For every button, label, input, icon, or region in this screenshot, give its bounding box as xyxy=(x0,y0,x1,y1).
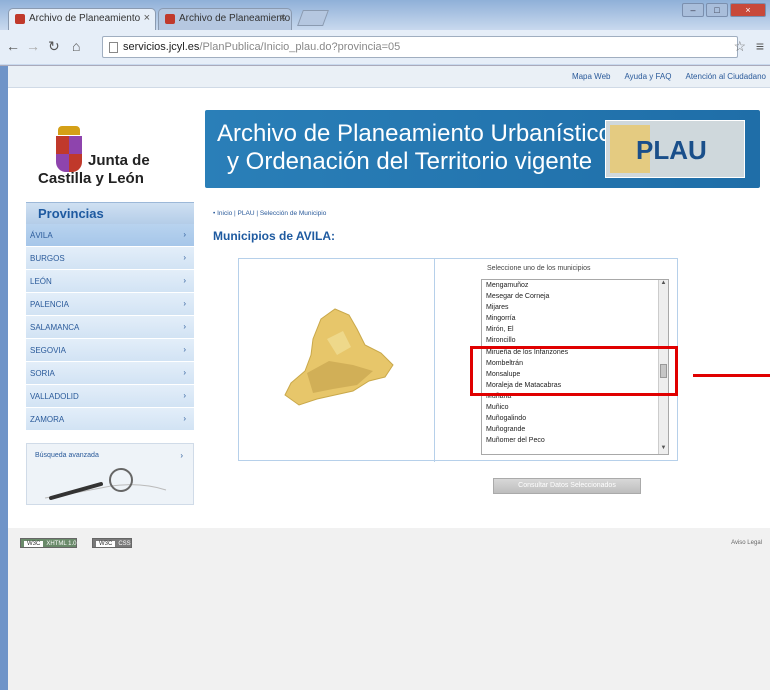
chevron-right-icon: › xyxy=(180,451,183,460)
chevron-right-icon: › xyxy=(183,230,186,239)
address-bar[interactable]: servicios.jcyl.es/PlanPublica/Inicio_pla… xyxy=(102,36,738,58)
municipality-option[interactable]: Mirón, El xyxy=(482,324,668,335)
municipality-option[interactable]: Muñogrande xyxy=(482,424,668,435)
municipality-option[interactable]: Mingorría xyxy=(482,313,668,324)
coat-of-arms-icon xyxy=(56,136,82,172)
sidebar-item-province[interactable]: VALLADOLID › xyxy=(26,385,194,408)
back-icon[interactable]: ← xyxy=(6,38,20,54)
window-controls: – □ × xyxy=(682,3,766,19)
scroll-up-icon[interactable]: ▲ xyxy=(659,280,668,289)
tab-strip: Archivo de Planeamiento × Archivo de Pla… xyxy=(0,0,770,30)
page-title: Municipios de AVILA: xyxy=(213,229,335,243)
chevron-right-icon: › xyxy=(183,345,186,354)
new-tab-button[interactable] xyxy=(297,10,329,26)
sidebar-title: Provincias xyxy=(26,202,194,224)
favicon-icon xyxy=(165,14,175,24)
municipality-option[interactable]: Muñogalindo xyxy=(482,413,668,424)
municipality-option[interactable]: Mesegar de Corneja xyxy=(482,291,668,302)
sidebar-item-province[interactable]: SALAMANCA › xyxy=(26,316,194,339)
browser-chrome: Archivo de Planeamiento × Archivo de Pla… xyxy=(0,0,770,66)
chevron-right-icon: › xyxy=(183,299,186,308)
reload-icon[interactable]: ↻ xyxy=(48,38,60,55)
browser-toolbar: ← → ↻ ⌂ servicios.jcyl.es/PlanPublica/In… xyxy=(0,30,770,64)
junta-logo[interactable]: Junta de Castilla y León xyxy=(38,126,188,196)
highlight-annotation-line xyxy=(693,374,770,377)
sidebar-item-province[interactable]: SEGOVIA › xyxy=(26,339,194,362)
close-tab-icon[interactable]: × xyxy=(144,12,150,24)
sidebar-item-province[interactable]: SORIA › xyxy=(26,362,194,385)
magnifying-glass-icon xyxy=(44,468,167,500)
chevron-right-icon: › xyxy=(183,414,186,423)
municipality-option[interactable]: Muñico xyxy=(482,402,668,413)
submit-button[interactable]: Consultar Datos Seleccionados xyxy=(493,478,641,494)
sidebar-item-province[interactable]: BURGOS › xyxy=(26,247,194,270)
top-links-bar: Mapa Web Ayuda y FAQ Atención al Ciudada… xyxy=(8,66,770,88)
page-icon xyxy=(109,42,118,53)
provinces-sidebar: Provincias ÁVILA › BURGOS › LEÓN › PALENCIA › SA… xyxy=(26,202,194,505)
municipality-option[interactable]: Mengamuñoz xyxy=(482,280,668,291)
chevron-right-icon: › xyxy=(183,391,186,400)
municipality-option[interactable]: Muñomer del Peco xyxy=(482,435,668,446)
legal-link[interactable]: Aviso Legal xyxy=(731,540,762,546)
forward-icon[interactable]: → xyxy=(26,38,40,54)
plau-logo: PLAU xyxy=(605,120,745,178)
chevron-right-icon: › xyxy=(183,322,186,331)
minimize-icon[interactable]: – xyxy=(682,3,704,17)
scroll-down-icon[interactable]: ▼ xyxy=(659,445,668,454)
municipality-option[interactable]: Mironcillo xyxy=(482,335,668,346)
sidebar-item-province[interactable]: ZAMORA › xyxy=(26,408,194,431)
maximize-icon[interactable]: □ xyxy=(706,3,728,17)
link-ayuda[interactable]: Ayuda y FAQ xyxy=(624,72,671,81)
window-frame xyxy=(0,66,8,690)
list-title: Seleccione uno de los municipios xyxy=(487,265,591,272)
sidebar-item-province[interactable]: PALENCIA › xyxy=(26,293,194,316)
xhtml-badge[interactable]: W3C XHTML 1.0 xyxy=(20,538,78,548)
favicon-icon xyxy=(15,14,25,24)
breadcrumb[interactable]: • Inicio | PLAU | Selección de Municipio xyxy=(213,210,326,217)
municipality-option[interactable]: Mijares xyxy=(482,302,668,313)
link-mapa-web[interactable]: Mapa Web xyxy=(572,72,611,81)
sidebar-item-province[interactable]: LEÓN › xyxy=(26,270,194,293)
bookmark-star-icon[interactable]: ☆ xyxy=(733,38,746,55)
browser-tab-inactive[interactable]: Archivo de Planeamiento × xyxy=(158,8,292,30)
close-window-icon[interactable]: × xyxy=(730,3,766,17)
province-map-icon[interactable] xyxy=(277,299,401,415)
chevron-right-icon: › xyxy=(183,276,186,285)
close-tab-icon[interactable]: × xyxy=(280,12,286,24)
plau-banner: Archivo de Planeamiento Urbanístico y Or… xyxy=(205,110,760,188)
chevron-right-icon: › xyxy=(183,368,186,377)
highlight-annotation-box xyxy=(470,346,678,396)
crown-icon xyxy=(58,126,80,135)
link-atencion[interactable]: Atención al Ciudadano xyxy=(685,72,766,81)
home-icon[interactable]: ⌂ xyxy=(72,38,80,54)
browser-tab-active[interactable]: Archivo de Planeamiento × xyxy=(8,8,156,30)
page-footer: W3C XHTML 1.0 W3C CSS Aviso Legal xyxy=(8,528,770,690)
sidebar-item-province[interactable]: ÁVILA › xyxy=(26,224,194,247)
css-badge[interactable]: W3C CSS xyxy=(92,538,132,548)
menu-icon[interactable]: ≡ xyxy=(756,38,764,54)
chevron-right-icon: › xyxy=(183,253,186,262)
advanced-search-box[interactable]: Búsqueda avanzada › xyxy=(26,443,194,505)
